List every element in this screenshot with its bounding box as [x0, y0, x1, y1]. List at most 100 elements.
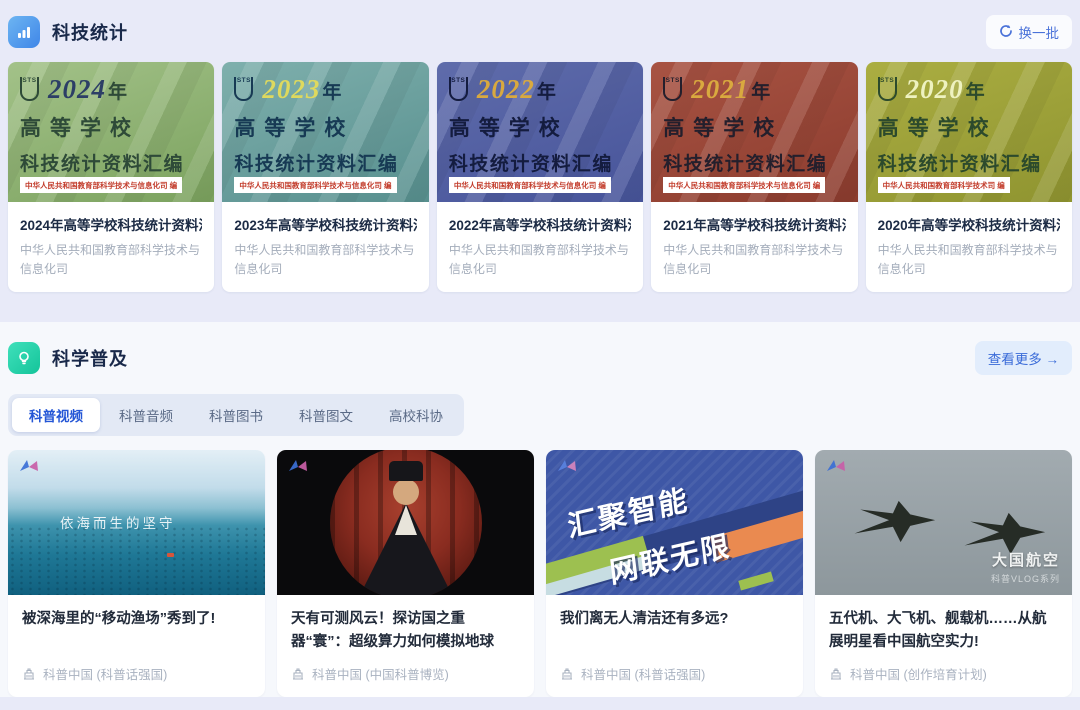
video-source: 科普中国 (科普话强国)	[22, 654, 251, 683]
science-section: 科学普及 查看更多 → 科普视频 科普音频 科普图书 科普图文 高校科协 依海而…	[0, 322, 1080, 697]
sts-logo-icon: STS	[449, 77, 468, 101]
book-card-body: 2023年高等学校科技统计资料汇编 中华人民共和国教育部科学技术与信息化司	[222, 202, 428, 292]
book-subtitle: 中华人民共和国教育部科学技术与信息化司	[663, 241, 845, 278]
fighter-jet-icon	[843, 496, 939, 548]
cover-publisher-strip: 中华人民共和国教育部科学技术与信息化司 编	[20, 177, 182, 193]
refresh-icon	[999, 24, 1013, 41]
kepu-china-logo	[556, 458, 578, 479]
book-card-2021[interactable]: STS 2021年 高等学校 科技统计资料汇编 中华人民共和国教育部科学技术与信…	[651, 62, 857, 292]
science-section-title: 科学普及	[52, 345, 128, 371]
video-card-body: 五代机、大飞机、舰载机……从航展明星看中国航空实力! 科普中国 (创作培育计划)	[815, 595, 1072, 697]
caption-sub: 科普VLOG系列	[991, 572, 1060, 585]
science-tabs: 科普视频 科普音频 科普图书 科普图文 高校科协	[8, 394, 464, 436]
book-title: 2020年高等学校科技统计资料汇编	[878, 214, 1060, 234]
book-cover-2023: STS 2023年 高等学校 科技统计资料汇编 中华人民共和国教育部科学技术与信…	[222, 62, 428, 202]
book-card-2023[interactable]: STS 2023年 高等学校 科技统计资料汇编 中华人民共和国教育部科学技术与信…	[222, 62, 428, 292]
kepu-china-logo	[287, 458, 309, 479]
book-card-2024[interactable]: STS 2024年 高等学校 科技统计资料汇编 中华人民共和国教育部科学技术与信…	[8, 62, 214, 292]
cover-line2: 科技统计资料汇编	[20, 149, 202, 176]
refresh-batch-label: 换一批	[1019, 22, 1060, 42]
cover-line2: 科技统计资料汇编	[234, 149, 416, 176]
organization-icon	[22, 667, 36, 681]
tab-university-assoc[interactable]: 高校科协	[372, 398, 460, 432]
video-card-ocean-farm[interactable]: 依海而生的坚守 被深海里的“移动渔场”秀到了! 科普中国 (科普话强国)	[8, 450, 265, 697]
kepu-china-logo	[18, 458, 40, 479]
scholar-collar	[395, 505, 417, 535]
caption-main: 大国航空	[991, 549, 1060, 570]
circular-vignette	[330, 450, 482, 595]
next-section-edge	[0, 697, 1080, 710]
video-source: 科普中国 (科普话强国)	[560, 654, 789, 683]
sts-logo-icon: STS	[663, 77, 682, 101]
tab-kepu-articles[interactable]: 科普图文	[282, 398, 370, 432]
boat-dot	[167, 553, 174, 557]
bar-chart-icon	[8, 16, 40, 48]
book-cover-2021: STS 2021年 高等学校 科技统计资料汇编 中华人民共和国教育部科学技术与信…	[651, 62, 857, 202]
cover-year: 2020年	[906, 74, 985, 105]
cover-line1: 高等学校	[878, 112, 1060, 142]
tab-kepu-video[interactable]: 科普视频	[12, 398, 100, 432]
view-more-button[interactable]: 查看更多 →	[975, 341, 1072, 375]
sts-logo-icon: STS	[234, 77, 253, 101]
book-subtitle: 中华人民共和国教育部科学技术与信息化司	[878, 241, 1060, 278]
book-card-2022[interactable]: STS 2022年 高等学校 科技统计资料汇编 中华人民共和国教育部科学技术与信…	[437, 62, 643, 292]
cover-publisher-strip: 中华人民共和国教育部科学技术司 编	[878, 177, 1010, 193]
video-title: 五代机、大飞机、舰载机……从航展明星看中国航空实力!	[829, 608, 1058, 654]
organization-icon	[560, 667, 574, 681]
stats-section-header: 科技统计 换一批	[8, 10, 1072, 54]
stats-section-title: 科技统计	[52, 19, 128, 45]
book-subtitle: 中华人民共和国教育部科学技术与信息化司	[449, 241, 631, 278]
book-card-body: 2024年高等学校科技统计资料汇编 中华人民共和国教育部科学技术与信息化司	[8, 202, 214, 292]
book-subtitle: 中华人民共和国教育部科学技术与信息化司	[20, 241, 202, 278]
book-card-body: 2022年高等学校科技统计资料汇编 中华人民共和国教育部科学技术与信息化司	[437, 202, 643, 292]
video-title: 我们离无人清洁还有多远?	[560, 608, 789, 654]
video-card-body: 我们离无人清洁还有多远? 科普中国 (科普话强国)	[546, 595, 803, 697]
cover-line1: 高等学校	[234, 112, 416, 142]
cover-year: 2023年	[262, 74, 341, 105]
book-title: 2021年高等学校科技统计资料汇编	[663, 214, 845, 234]
book-card-2020[interactable]: STS 2020年 高等学校 科技统计资料汇编 中华人民共和国教育部科学技术司 …	[866, 62, 1072, 292]
video-thumbnail-jets: 大国航空 科普VLOG系列	[815, 450, 1072, 595]
video-source-label: 科普中国 (中国科普博览)	[312, 664, 449, 683]
cover-publisher-strip: 中华人民共和国教育部科学技术与信息化司 编	[663, 177, 825, 193]
view-more-label: 查看更多 →	[988, 348, 1059, 368]
kepu-china-logo	[825, 458, 847, 479]
video-title: 天有可测风云！探访国之重器“寰”：超级算力如何模拟地球	[291, 608, 520, 654]
refresh-batch-button[interactable]: 换一批	[986, 15, 1073, 49]
book-card-body: 2021年高等学校科技统计资料汇编 中华人民共和国教育部科学技术与信息化司	[651, 202, 857, 292]
video-title: 被深海里的“移动渔场”秀到了!	[22, 608, 251, 654]
scholar-head	[393, 479, 419, 505]
video-source-label: 科普中国 (创作培育计划)	[850, 664, 987, 683]
tab-kepu-audio[interactable]: 科普音频	[102, 398, 190, 432]
video-card-aviation-power[interactable]: 大国航空 科普VLOG系列 五代机、大飞机、舰载机……从航展明星看中国航空实力!…	[815, 450, 1072, 697]
organization-icon	[829, 667, 843, 681]
video-card-body: 天有可测风云！探访国之重器“寰”：超级算力如何模拟地球 科普中国 (中国科普博览…	[277, 595, 534, 697]
cover-line1: 高等学校	[449, 112, 631, 142]
video-source: 科普中国 (中国科普博览)	[291, 654, 520, 683]
video-thumbnail-scholar	[277, 450, 534, 595]
sts-logo-icon: STS	[878, 77, 897, 101]
lightbulb-icon	[8, 342, 40, 374]
thumbnail-overlay-text: 依海而生的坚守	[60, 512, 176, 532]
video-source-label: 科普中国 (科普话强国)	[43, 664, 167, 683]
video-source-label: 科普中国 (科普话强国)	[581, 664, 705, 683]
book-cover-2020: STS 2020年 高等学校 科技统计资料汇编 中华人民共和国教育部科学技术司 …	[866, 62, 1072, 202]
cover-line2: 科技统计资料汇编	[878, 149, 1060, 176]
book-card-body: 2020年高等学校科技统计资料汇编 中华人民共和国教育部科学技术与信息化司	[866, 202, 1072, 292]
cover-year: 2022年	[477, 74, 556, 105]
video-thumbnail-ocean: 依海而生的坚守	[8, 450, 265, 595]
thumbnail-caption: 大国航空 科普VLOG系列	[991, 549, 1060, 585]
book-subtitle: 中华人民共和国教育部科学技术与信息化司	[234, 241, 416, 278]
videos-row: 依海而生的坚守 被深海里的“移动渔场”秀到了! 科普中国 (科普话强国)	[8, 450, 1072, 697]
cover-publisher-strip: 中华人民共和国教育部科学技术与信息化司 编	[234, 177, 396, 193]
organization-icon	[291, 667, 305, 681]
books-row: STS 2024年 高等学校 科技统计资料汇编 中华人民共和国教育部科学技术与信…	[8, 62, 1072, 292]
video-source: 科普中国 (创作培育计划)	[829, 654, 1058, 683]
video-card-unmanned-cleaning[interactable]: 汇聚智能 网联无限 我们离无人清洁还有多远? 科普中国 (科普话强国)	[546, 450, 803, 697]
tab-kepu-books[interactable]: 科普图书	[192, 398, 280, 432]
video-card-weather-supercomputer[interactable]: 天有可测风云！探访国之重器“寰”：超级算力如何模拟地球 科普中国 (中国科普博览…	[277, 450, 534, 697]
stats-section: 科技统计 换一批 STS 2024年 高等学校 科技统计资料汇编 中华人民共和国…	[0, 0, 1080, 322]
book-title: 2024年高等学校科技统计资料汇编	[20, 214, 202, 234]
cover-line1: 高等学校	[20, 112, 202, 142]
book-title: 2022年高等学校科技统计资料汇编	[449, 214, 631, 234]
